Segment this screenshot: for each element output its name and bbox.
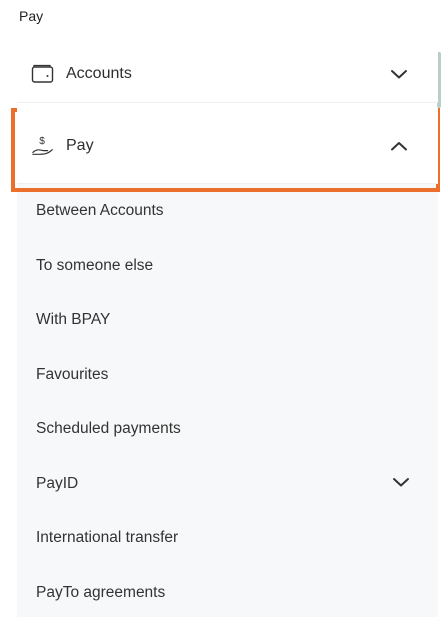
submenu-item-label: Favourites	[36, 365, 109, 383]
submenu-item-payid[interactable]: PayID	[17, 457, 438, 512]
pay-submenu: Between Accounts To someone else With BP…	[17, 184, 438, 617]
chevron-down-icon[interactable]	[392, 475, 410, 493]
submenu-item-label: Scheduled payments	[36, 420, 181, 438]
submenu-item-label: To someone else	[36, 256, 154, 274]
chevron-up-icon[interactable]	[388, 135, 410, 157]
submenu-item-label: Between Accounts	[36, 202, 164, 220]
nav-item-accounts[interactable]: Accounts	[17, 45, 438, 103]
submenu-item-between-accounts[interactable]: Between Accounts	[17, 184, 438, 239]
nav-item-accounts-label: Accounts	[66, 64, 132, 82]
hand-dollar-icon: $	[31, 134, 55, 158]
submenu-item-to-someone-else[interactable]: To someone else	[17, 239, 438, 294]
nav-item-pay-wrapper: $ Pay	[11, 108, 440, 192]
chevron-down-icon[interactable]	[388, 63, 410, 85]
nav-item-pay-label: Pay	[66, 136, 94, 154]
submenu-item-international-transfer[interactable]: International transfer	[17, 511, 438, 566]
submenu-item-label: PayTo agreements	[36, 583, 166, 601]
submenu-item-label: International transfer	[36, 529, 179, 547]
nav-item-pay[interactable]: $ Pay	[17, 108, 438, 184]
submenu-item-scheduled-payments[interactable]: Scheduled payments	[17, 402, 438, 457]
submenu-item-label: PayID	[36, 474, 79, 492]
submenu-item-with-bpay[interactable]: With BPAY	[17, 293, 438, 348]
page-title: Pay	[19, 8, 44, 24]
side-navigation: Accounts $ Pay Between Accounts To someo…	[11, 45, 440, 617]
svg-text:$: $	[39, 136, 45, 147]
submenu-item-label: With BPAY	[36, 311, 111, 329]
submenu-item-payto-agreements[interactable]: PayTo agreements	[17, 566, 438, 617]
wallet-icon	[31, 62, 55, 86]
page: Pay Accounts $ Pay Between Accounts To s…	[0, 0, 446, 617]
submenu-item-favourites[interactable]: Favourites	[17, 348, 438, 403]
